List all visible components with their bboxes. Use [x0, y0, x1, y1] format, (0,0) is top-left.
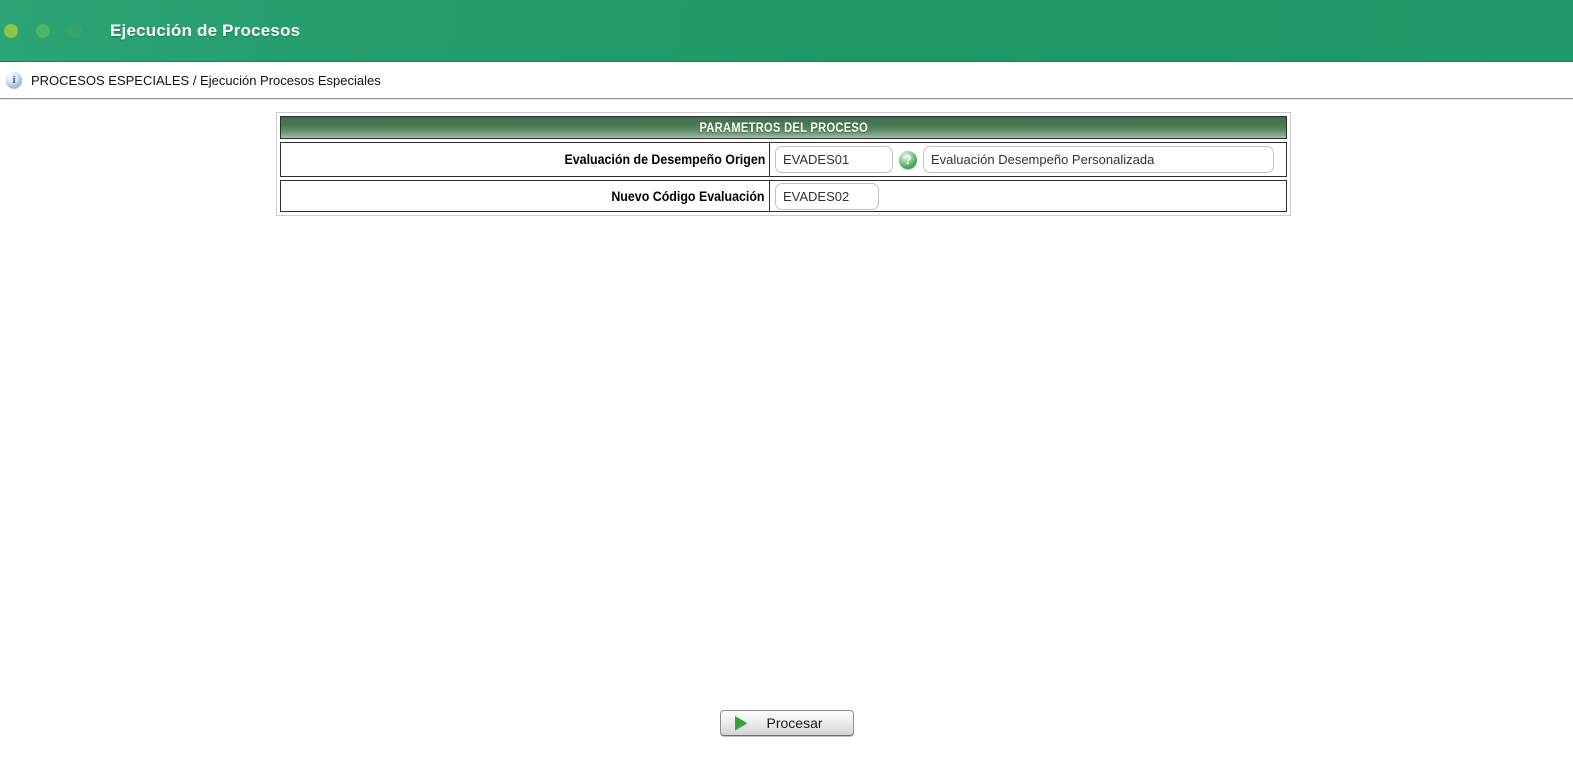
breadcrumb: PROCESOS ESPECIALES / Ejecución Procesos… [31, 72, 381, 88]
form-row-evaluacion-origen: Evaluación de Desempeño Origen ? [280, 142, 1287, 177]
field-label-cell: Evaluación de Desempeño Origen [281, 143, 770, 176]
parameters-panel: PARAMETROS DEL PROCESO Evaluación de Des… [276, 112, 1291, 216]
play-icon [734, 716, 747, 730]
field-input-cell [770, 181, 1286, 211]
evaluacion-origen-label: Evaluación de Desempeño Origen [564, 152, 765, 167]
parameters-panel-header: PARAMETROS DEL PROCESO [280, 116, 1287, 139]
procesar-button[interactable]: Procesar [719, 710, 854, 736]
field-label-cell: Nuevo Código Evaluación [281, 181, 770, 211]
nuevo-codigo-input[interactable] [775, 182, 879, 210]
form-row-nuevo-codigo: Nuevo Código Evaluación [280, 180, 1287, 212]
green-dot-icon [68, 24, 82, 38]
lookup-help-icon[interactable]: ? [899, 150, 917, 169]
breadcrumb-bar: i PROCESOS ESPECIALES / Ejecución Proces… [0, 62, 1573, 99]
green-dot-icon [36, 24, 50, 38]
app-header: Ejecución de Procesos [0, 0, 1573, 62]
procesar-button-label: Procesar [766, 715, 823, 731]
evaluacion-origen-description-input[interactable] [923, 146, 1274, 173]
green-dot-icon [4, 24, 18, 38]
info-icon[interactable]: i [6, 72, 22, 88]
page-title: Ejecución de Procesos [110, 20, 301, 40]
field-input-cell: ? [770, 143, 1286, 176]
parameters-panel-title: PARAMETROS DEL PROCESO [699, 120, 868, 135]
actions-bar: Procesar [0, 710, 1573, 736]
header-dots [4, 24, 82, 38]
nuevo-codigo-label: Nuevo Código Evaluación [611, 188, 765, 204]
evaluacion-origen-code-input[interactable] [775, 146, 893, 173]
